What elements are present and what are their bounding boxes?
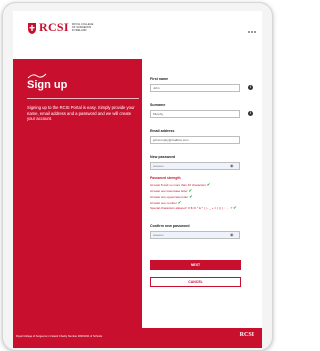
password-strength-title: Password strength [150,176,181,180]
requirement-item: Special characters allowed ! # $ % ^ & *… [150,206,250,211]
confirm-password-label: Confirm new password [150,224,190,228]
divider [27,98,139,99]
email-field[interactable]: johnmurphy@mailbox.com [150,136,240,144]
first-name-label: First name [150,77,169,81]
requirement-text: At least 8 and no more than 16 character… [150,183,206,187]
cancel-button[interactable]: CANCEL [150,277,241,287]
logo-wordmark: RCSI [39,20,69,34]
requirement-item: At least 8 and no more than 16 character… [150,182,210,187]
footer-bar: Royal College of Surgeons in Ireland Cha… [13,328,262,348]
requirement-text: At least one uppercase letter [150,195,189,199]
footer-logo: RCSI [239,332,254,338]
requirement-item: At least one number✔ [150,200,181,205]
check-icon: ✔ [188,188,193,193]
check-icon: ✔ [189,194,193,199]
requirement-item: At least one lowercase letter✔ [150,188,192,193]
rcsi-logo[interactable]: RCSI ROYAL COLLEGE OF SURGEONS IN IRELAN… [27,21,94,35]
requirement-item: At least one uppercase letter✔ [150,194,193,199]
requirement-text: Special characters allowed ! # $ % ^ & *… [150,206,233,210]
confirm-password-field[interactable]: •••••••••• [150,231,240,239]
surname-label: Surname [150,103,166,107]
check-icon: ✔ [206,182,211,187]
requirement-text: At least one number [150,201,177,205]
new-password-label: New password [150,155,176,159]
page-title: Sign up [27,79,68,91]
footer-text: Royal College of Surgeons in Ireland Cha… [16,335,103,338]
first-name-field[interactable]: John [150,84,240,92]
more-dots-icon[interactable] [248,31,256,33]
email-label: Email address [150,129,175,133]
crest-icon [28,23,36,34]
requirement-text: At least one lowercase letter [150,189,188,193]
signup-description: Signing up to the RCSI Portal is easy. S… [27,105,135,122]
next-button[interactable]: NEXT [150,260,241,270]
check-icon: ✔ [233,205,237,210]
help-icon[interactable]: i [248,111,253,116]
surname-field[interactable]: Murphy [150,110,240,118]
logo-subtitle: ROYAL COLLEGE OF SURGEONS IN IRELAND [71,23,94,33]
help-icon[interactable]: i [248,85,253,90]
eye-icon[interactable]: ◉ [230,231,234,239]
tablet-frame: RCSI ROYAL COLLEGE OF SURGEONS IN IRELAN… [2,2,273,351]
signup-form: First name John i Surname Murphy i Email… [142,59,262,328]
header-bar: RCSI ROYAL COLLEGE OF SURGEONS IN IRELAN… [13,11,262,59]
eye-icon[interactable]: ◉ [230,162,234,170]
new-password-field[interactable]: •••••••••• [150,162,240,170]
signup-intro-panel: Sign up Signing up to the RCSI Portal is… [13,59,142,328]
check-icon: ✔ [177,200,182,205]
